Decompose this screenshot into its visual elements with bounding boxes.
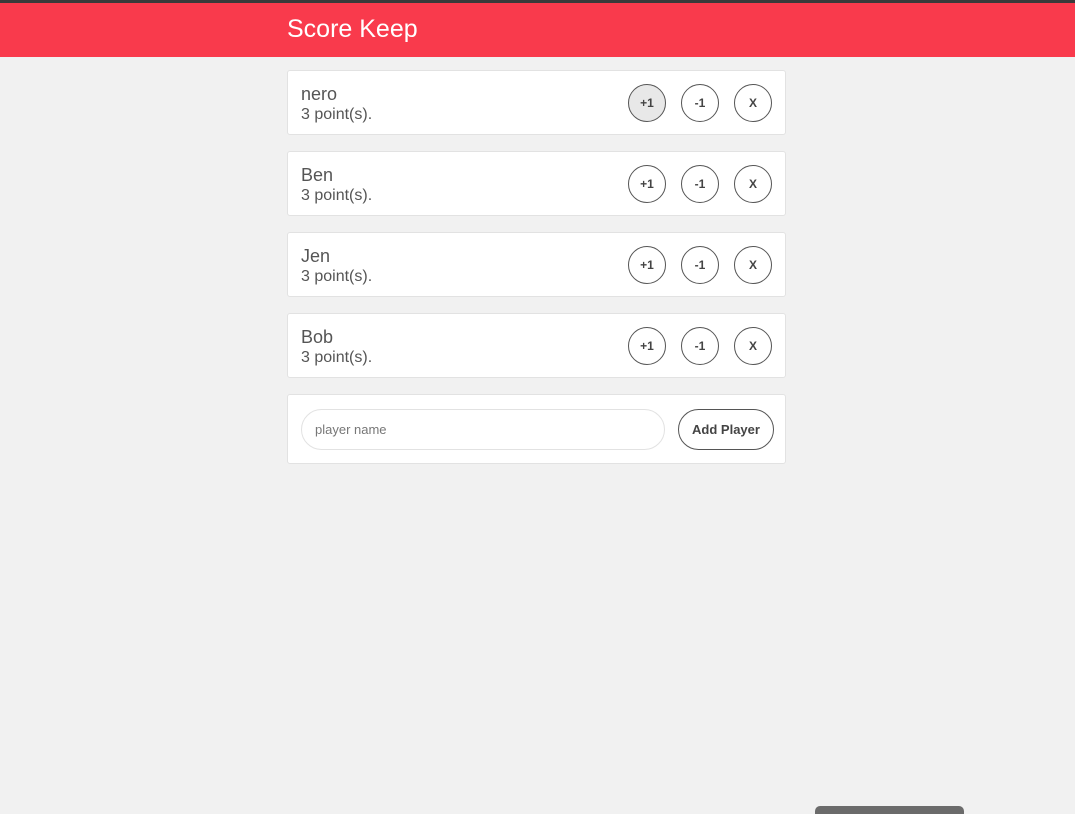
player-card: nero 3 point(s). +1 -1 X <box>287 70 786 135</box>
increment-button[interactable]: +1 <box>628 84 666 122</box>
player-score: 3 point(s). <box>301 187 373 204</box>
player-score: 3 point(s). <box>301 349 373 366</box>
increment-button[interactable]: +1 <box>628 246 666 284</box>
player-name-input[interactable] <box>301 409 665 450</box>
player-name: Ben <box>301 165 334 185</box>
app-header: Score Keep <box>0 3 1075 57</box>
player-name: Jen <box>301 246 331 266</box>
decrement-button[interactable]: -1 <box>681 327 719 365</box>
player-score: 3 point(s). <box>301 106 373 123</box>
remove-player-button[interactable]: X <box>734 165 772 203</box>
player-card: Ben 3 point(s). +1 -1 X <box>287 151 786 216</box>
player-name: Bob <box>301 327 334 347</box>
increment-button[interactable]: +1 <box>628 327 666 365</box>
add-player-form: Add Player <box>287 394 786 464</box>
remove-player-button[interactable]: X <box>734 327 772 365</box>
remove-player-button[interactable]: X <box>734 246 772 284</box>
app-title: Score Keep <box>287 15 418 43</box>
increment-button[interactable]: +1 <box>628 165 666 203</box>
player-name: nero <box>301 84 338 104</box>
player-card: Jen 3 point(s). +1 -1 X <box>287 232 786 297</box>
add-player-button[interactable]: Add Player <box>678 409 774 450</box>
decrement-button[interactable]: -1 <box>681 246 719 284</box>
decrement-button[interactable]: -1 <box>681 165 719 203</box>
remove-player-button[interactable]: X <box>734 84 772 122</box>
player-score: 3 point(s). <box>301 268 373 285</box>
player-card: Bob 3 point(s). +1 -1 X <box>287 313 786 378</box>
decrement-button[interactable]: -1 <box>681 84 719 122</box>
bottom-panel-tab[interactable] <box>815 806 964 814</box>
